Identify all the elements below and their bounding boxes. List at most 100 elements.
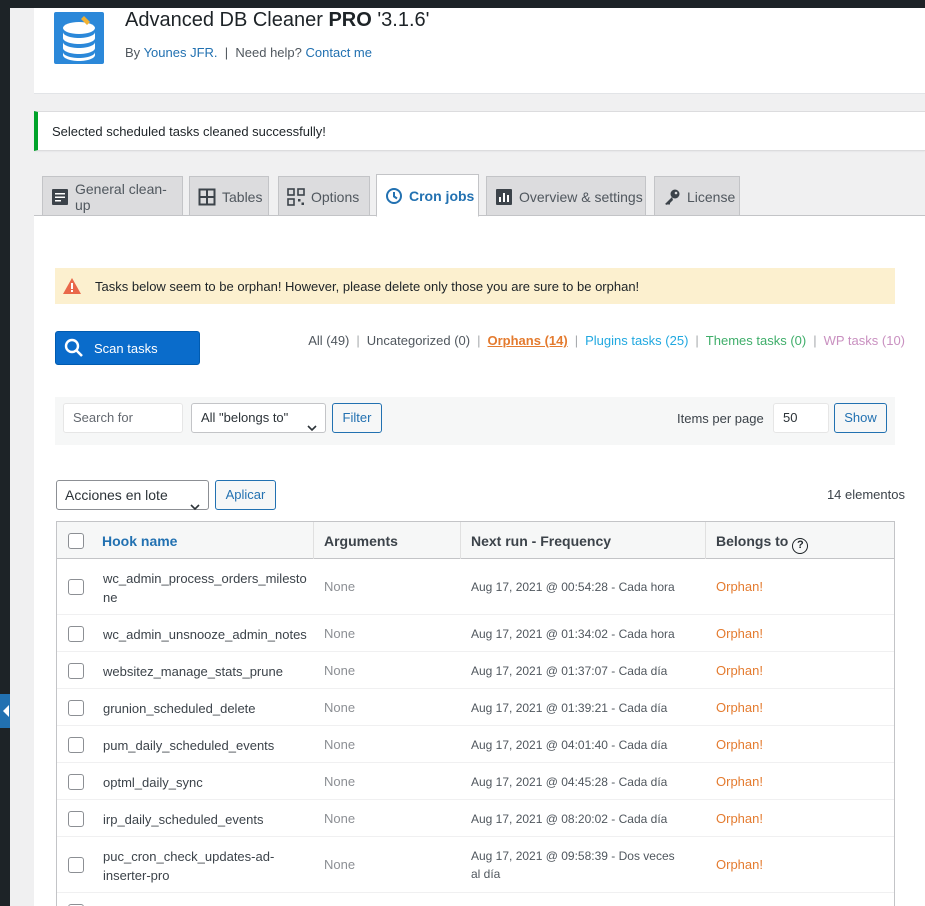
next-run: Aug 17, 2021 @ 09:58:39 - Dos veces al d… [471, 849, 675, 881]
warning-text: Tasks below seem to be orphan! However, … [95, 279, 640, 294]
table-row: wc_admin_unsnooze_admin_notes None Aug 1… [57, 615, 894, 652]
arguments: None [324, 579, 356, 594]
next-run: Aug 17, 2021 @ 00:54:28 - Cada hora [471, 580, 675, 594]
row-checkbox[interactable] [68, 663, 84, 679]
apply-button[interactable]: Aplicar [215, 480, 276, 510]
tab-overview-settings[interactable]: Overview & settings [486, 176, 646, 216]
clock-icon [385, 187, 403, 205]
belongs-to: Orphan! [716, 774, 763, 789]
warning-icon [63, 278, 81, 294]
table-row: puc_cron_check_updates-ad-inserter-pro N… [57, 837, 894, 893]
table-row: irp_daily_scheduled_events None Aug 17, … [57, 800, 894, 837]
row-checkbox[interactable] [68, 774, 84, 790]
arguments: None [324, 700, 356, 715]
hook-name: websitez_manage_stats_prune [103, 664, 283, 679]
filter-button[interactable]: Filter [332, 403, 382, 433]
arguments: None [324, 774, 356, 789]
app-title: Advanced DB Cleaner PRO '3.1.6' [125, 9, 430, 31]
column-hook-name[interactable]: Hook name [102, 533, 177, 549]
author-link[interactable]: Younes JFR. [144, 45, 218, 60]
next-run: Aug 17, 2021 @ 04:01:40 - Cada día [471, 738, 668, 752]
row-checkbox[interactable] [68, 857, 84, 873]
hook-name: puc_cron_check_updates-ad-inserter-pro [103, 849, 275, 883]
hook-name: optml_daily_sync [103, 775, 203, 790]
chevron-down-icon [190, 492, 200, 511]
next-run: Aug 17, 2021 @ 01:34:02 - Cada hora [471, 627, 675, 641]
hook-name: pum_daily_scheduled_events [103, 738, 275, 753]
tab-general-cleanup[interactable]: General clean-up [42, 176, 183, 216]
row-checkbox[interactable] [68, 811, 84, 827]
table-row: grunion_scheduled_delete None Aug 17, 20… [57, 689, 894, 726]
tab-cron-jobs[interactable]: Cron jobs [376, 174, 479, 217]
help-icon[interactable]: ? [792, 538, 809, 554]
contact-link[interactable]: Contact me [306, 45, 372, 60]
next-run: Aug 17, 2021 @ 01:37:07 - Cada día [471, 664, 668, 678]
column-belongs-to: Belongs to? [716, 533, 809, 554]
row-checkbox[interactable] [68, 579, 84, 595]
row-checkbox[interactable] [68, 737, 84, 753]
row-checkbox[interactable] [68, 700, 84, 716]
arguments: None [324, 811, 356, 826]
tab-options[interactable]: Options [278, 176, 370, 216]
belongs-to: Orphan! [716, 737, 763, 752]
belongs-to-select[interactable]: All "belongs to" [191, 403, 326, 433]
column-arguments: Arguments [324, 533, 398, 549]
arguments: None [324, 626, 356, 641]
select-all-checkbox[interactable] [68, 533, 84, 549]
table-row: optml_daily_sync None Aug 17, 2021 @ 04:… [57, 763, 894, 800]
hook-name: irp_daily_scheduled_events [103, 812, 264, 827]
search-icon [64, 338, 84, 358]
document-icon [51, 188, 69, 206]
main-content: Advanced DB Cleaner PRO '3.1.6' By Youne… [10, 8, 925, 906]
qrcode-icon [287, 187, 305, 206]
table-row [57, 893, 894, 906]
admin-top-bar [0, 0, 925, 8]
key-icon [663, 188, 681, 206]
row-checkbox[interactable] [68, 626, 84, 642]
hook-name: wc_admin_unsnooze_admin_notes [103, 627, 307, 642]
items-per-page-label: Items per page [677, 411, 764, 426]
arguments: None [324, 663, 356, 678]
chevron-down-icon [307, 414, 317, 432]
table-icon [198, 188, 216, 206]
belongs-to: Orphan! [716, 663, 763, 678]
next-run: Aug 17, 2021 @ 08:20:02 - Cada día [471, 812, 668, 826]
show-button[interactable]: Show [834, 403, 887, 433]
notice-text: Selected scheduled tasks cleaned success… [52, 124, 326, 139]
table-header: Hook name Arguments Next run - Frequency… [57, 522, 894, 559]
search-toolbar: Search for All "belongs to" Filter Items… [55, 397, 895, 445]
table-row: wc_admin_process_orders_milestone None A… [57, 559, 894, 615]
hook-name: wc_admin_process_orders_milestone [103, 571, 307, 605]
belongs-to: Orphan! [716, 857, 763, 872]
chart-icon [495, 188, 513, 206]
search-input[interactable]: Search for [63, 403, 183, 433]
next-run: Aug 17, 2021 @ 04:45:28 - Cada día [471, 775, 668, 789]
column-next-run: Next run - Frequency [471, 533, 612, 549]
filter-wp[interactable]: WP tasks (10) [824, 333, 905, 348]
item-count: 14 elementos [826, 487, 905, 502]
items-per-page-input[interactable]: 50 [773, 403, 829, 433]
database-logo-icon [54, 12, 104, 64]
hook-name: grunion_scheduled_delete [103, 701, 256, 716]
filter-plugins[interactable]: Plugins tasks (25) [585, 333, 688, 348]
belongs-to: Orphan! [716, 579, 763, 594]
arguments: None [324, 857, 356, 872]
admin-sidebar [0, 8, 10, 906]
tab-tables[interactable]: Tables [189, 176, 269, 216]
orphan-warning: Tasks below seem to be orphan! However, … [55, 268, 895, 304]
belongs-to: Orphan! [716, 700, 763, 715]
filter-all[interactable]: All (49) [308, 333, 349, 348]
belongs-to: Orphan! [716, 626, 763, 641]
cron-tasks-table: Hook name Arguments Next run - Frequency… [56, 521, 895, 906]
success-notice: Selected scheduled tasks cleaned success… [34, 111, 925, 151]
next-run: Aug 17, 2021 @ 01:39:21 - Cada día [471, 701, 668, 715]
filter-orphans[interactable]: Orphans (14) [488, 333, 568, 348]
bulk-actions-select[interactable]: Acciones en lote [56, 480, 209, 511]
filter-themes[interactable]: Themes tasks (0) [706, 333, 806, 348]
tab-license[interactable]: License [654, 176, 740, 216]
filter-uncategorized[interactable]: Uncategorized (0) [367, 333, 470, 348]
cron-jobs-panel: Tasks below seem to be orphan! However, … [34, 215, 925, 906]
task-filter-links: All (49) | Uncategorized (0) | Orphans (… [308, 333, 905, 348]
table-row: websitez_manage_stats_prune None Aug 17,… [57, 652, 894, 689]
scan-tasks-button[interactable]: Scan tasks [55, 331, 200, 365]
